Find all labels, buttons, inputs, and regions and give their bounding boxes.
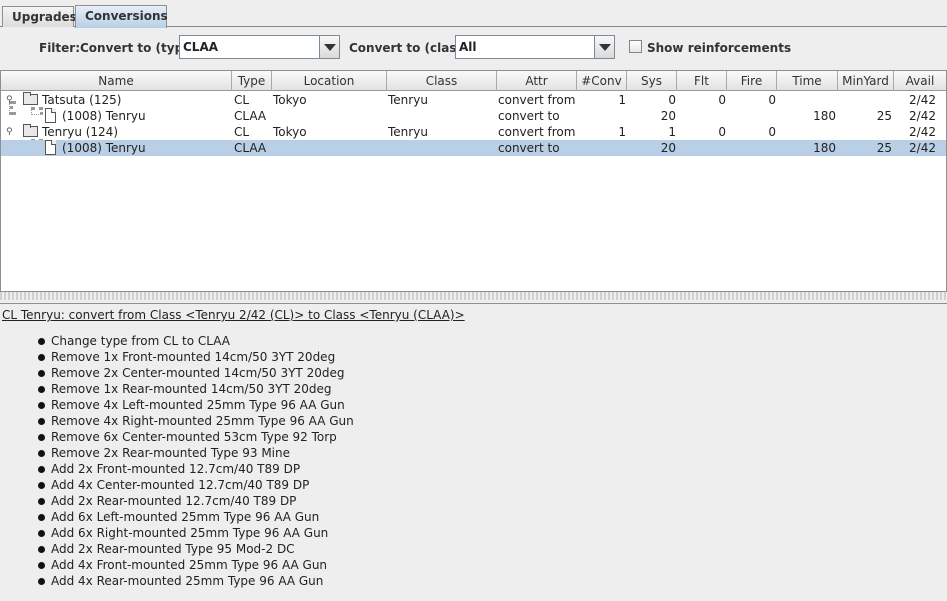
column-header-type[interactable]: Type — [232, 71, 272, 91]
convert-type-value: CLAA — [183, 40, 219, 54]
chevron-down-icon[interactable] — [319, 36, 339, 58]
table-row[interactable]: ⚲ Tatsuta (125) CL Tokyo Tenryu convert … — [1, 92, 946, 108]
cell-minyard: 25 — [876, 141, 892, 155]
table-row-selected[interactable]: (1008) Tenryu CLAA convert to 20 180 25 … — [1, 140, 946, 156]
cell-location: Tokyo — [273, 125, 307, 139]
filter-bar: Filter: Convert to (type): CLAA Convert … — [0, 33, 947, 61]
cell-fire: 0 — [768, 125, 776, 139]
column-header-avail[interactable]: Avail — [894, 71, 946, 91]
cell-flt: 0 — [718, 125, 726, 139]
show-reinforcements-checkbox[interactable] — [629, 40, 642, 53]
cell-class: Tenryu — [388, 93, 428, 107]
column-header-sys[interactable]: Sys — [627, 71, 677, 91]
cell-conv: 1 — [618, 93, 626, 107]
cell-type: CL — [234, 93, 250, 107]
list-item: Add 4x Center-mounted 12.7cm/40 T89 DP — [38, 477, 354, 493]
filter-label: Filter: — [39, 41, 81, 55]
cell-avail: 2/42 — [909, 125, 936, 139]
cell-sys: 1 — [668, 125, 676, 139]
list-item: Remove 6x Center-mounted 53cm Type 92 To… — [38, 429, 354, 445]
cell-attr: convert to — [498, 109, 560, 123]
tab-conversions[interactable]: Conversions — [75, 5, 168, 28]
chevron-down-icon[interactable] — [594, 36, 614, 58]
document-icon — [45, 108, 56, 123]
conversion-detail-title: CL Tenryu: convert from Class <Tenryu 2/… — [2, 308, 465, 322]
split-pane-divider[interactable] — [0, 292, 947, 300]
cell-minyard: 25 — [876, 109, 892, 123]
expand-handle-icon[interactable]: ⚲ — [6, 127, 13, 137]
cell-sys: 20 — [660, 141, 676, 155]
tab-bar: Upgrades Conversions — [0, 0, 947, 28]
list-item: Remove 2x Rear-mounted Type 93 Mine — [38, 445, 354, 461]
cell-name: (1008) Tenryu — [62, 109, 146, 123]
column-header-attr[interactable]: Attr — [497, 71, 577, 91]
list-item: Add 2x Rear-mounted 12.7cm/40 T89 DP — [38, 493, 354, 509]
cell-sys: 0 — [668, 93, 676, 107]
cell-avail: 2/42 — [909, 109, 936, 123]
cell-location: Tokyo — [273, 93, 307, 107]
cell-attr: convert from — [498, 125, 576, 139]
conversion-change-list: Change type from CL to CLAA Remove 1x Fr… — [38, 333, 354, 589]
column-header-conv[interactable]: #Conv — [577, 71, 627, 91]
list-item: Add 2x Rear-mounted Type 95 Mod-2 DC — [38, 541, 354, 557]
column-header-flt[interactable]: Flt — [677, 71, 727, 91]
cell-name: (1008) Tenryu — [62, 141, 146, 155]
cell-sys: 20 — [660, 109, 676, 123]
list-item: Remove 1x Front-mounted 14cm/50 3YT 20de… — [38, 349, 354, 365]
cell-name: Tenryu (124) — [42, 125, 119, 139]
list-item: Remove 4x Right-mounted 25mm Type 96 AA … — [38, 413, 354, 429]
list-item: Add 6x Left-mounted 25mm Type 96 AA Gun — [38, 509, 354, 525]
cell-avail: 2/42 — [909, 93, 936, 107]
list-item: Add 2x Front-mounted 12.7cm/40 T89 DP — [38, 461, 354, 477]
list-item: Remove 4x Left-mounted 25mm Type 96 AA G… — [38, 397, 354, 413]
conversions-table: Name Type Location Class Attr #Conv Sys … — [0, 70, 947, 292]
cell-fire: 0 — [768, 93, 776, 107]
list-item: Add 4x Front-mounted 25mm Type 96 AA Gun — [38, 557, 354, 573]
column-header-time[interactable]: Time — [777, 71, 838, 91]
column-header-name[interactable]: Name — [1, 71, 232, 91]
cell-type: CLAA — [234, 141, 267, 155]
conversion-detail-pane: CL Tenryu: convert from Class <Tenryu 2/… — [0, 303, 947, 601]
cell-attr: convert from — [498, 93, 576, 107]
column-header-location[interactable]: Location — [272, 71, 387, 91]
list-item: Change type from CL to CLAA — [38, 333, 354, 349]
cell-time: 180 — [813, 109, 836, 123]
list-item: Add 4x Rear-mounted 25mm Type 96 AA Gun — [38, 573, 354, 589]
cell-class: Tenryu — [388, 125, 428, 139]
list-item: Remove 2x Center-mounted 14cm/50 3YT 20d… — [38, 365, 354, 381]
convert-class-select[interactable]: All — [455, 35, 615, 59]
cell-avail: 2/42 — [909, 141, 936, 155]
folder-icon — [23, 92, 38, 105]
expand-handle-icon[interactable]: ⚲ — [6, 95, 13, 105]
table-header: Name Type Location Class Attr #Conv Sys … — [1, 71, 946, 91]
convert-type-select[interactable]: CLAA — [179, 35, 340, 59]
show-reinforcements-label[interactable]: Show reinforcements — [647, 41, 791, 55]
cell-conv: 1 — [618, 125, 626, 139]
table-row[interactable]: ⚲ Tenryu (124) CL Tokyo Tenryu convert f… — [1, 124, 946, 140]
document-icon — [45, 140, 56, 155]
cell-name: Tatsuta (125) — [42, 93, 122, 107]
column-header-class[interactable]: Class — [387, 71, 497, 91]
folder-icon — [23, 124, 38, 137]
cell-type: CLAA — [234, 109, 267, 123]
list-item: Add 6x Right-mounted 25mm Type 96 AA Gun — [38, 525, 354, 541]
table-row[interactable]: (1008) Tenryu CLAA convert to 20 180 25 … — [1, 108, 946, 124]
cell-attr: convert to — [498, 141, 560, 155]
list-item: Remove 1x Rear-mounted 14cm/50 3YT 20deg — [38, 381, 354, 397]
cell-time: 180 — [813, 141, 836, 155]
cell-flt: 0 — [718, 93, 726, 107]
column-header-minyard[interactable]: MinYard — [838, 71, 894, 91]
cell-type: CL — [234, 125, 250, 139]
convert-class-value: All — [459, 40, 477, 54]
tab-upgrades[interactable]: Upgrades — [2, 6, 77, 27]
column-header-fire[interactable]: Fire — [727, 71, 777, 91]
